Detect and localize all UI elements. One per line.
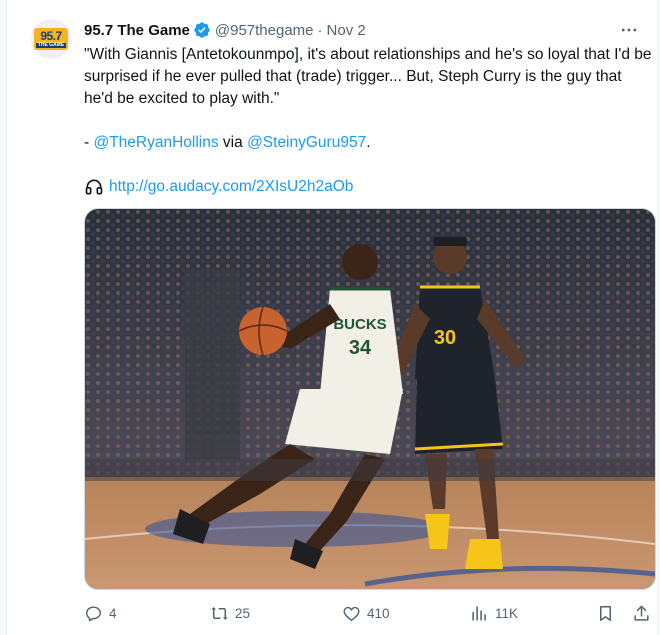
verified-badge-icon[interactable]	[193, 21, 211, 39]
share-button[interactable]	[632, 602, 657, 624]
heart-icon	[343, 606, 360, 621]
avatar[interactable]: 95.7 THE GAME	[31, 19, 71, 59]
mention-link[interactable]: @SteinyGuru957	[247, 134, 366, 151]
basketball	[239, 307, 287, 355]
headphones-icon	[85, 179, 103, 195]
via-text: via	[218, 134, 248, 151]
views-icon	[472, 605, 486, 621]
sideline-crowd	[85, 459, 655, 481]
reply-icon	[86, 605, 101, 621]
logo-tagline: THE GAME	[35, 42, 67, 48]
like-count: 410	[367, 605, 390, 621]
like-button[interactable]: 410	[342, 602, 390, 624]
basketball-photo: 30 BUCKS 34	[85, 209, 655, 589]
tweet-photo[interactable]: 30 BUCKS 34	[84, 208, 656, 590]
tweet-header: 95.7 The Game @957thegame · Nov 2	[84, 20, 366, 40]
audacy-link[interactable]: http://go.audacy.com/2XIsU2h2aOb	[109, 176, 353, 198]
attribution-suffix: .	[366, 134, 371, 151]
tweet-quote: "With Giannis [Antetokounmpo], it's abou…	[84, 46, 652, 107]
reply-count: 4	[109, 605, 117, 621]
timestamp[interactable]: Nov 2	[327, 22, 366, 39]
display-name[interactable]: 95.7 The Game	[84, 22, 190, 39]
station-logo: 95.7 THE GAME	[34, 28, 68, 50]
jersey-number-warriors: 30	[434, 327, 456, 349]
share-icon	[634, 605, 649, 621]
arena-stairs	[185, 269, 240, 459]
action-bar: 4 25 410 11K	[84, 602, 654, 624]
handle[interactable]: @957thegame	[215, 22, 314, 39]
jersey-team-bucks: BUCKS	[333, 316, 386, 333]
repost-button[interactable]: 25	[210, 602, 250, 624]
attribution-line: - @TheRyanHollins via @SteinyGuru957.	[84, 132, 654, 154]
tweet-text: "With Giannis [Antetokounmpo], it's abou…	[84, 44, 654, 198]
logo-number: 95.7	[40, 29, 62, 43]
views-button[interactable]: 11K	[470, 602, 518, 624]
repost-count: 25	[235, 605, 251, 621]
separator-dot: ·	[317, 21, 323, 39]
reply-button[interactable]: 4	[84, 602, 117, 624]
link-line: http://go.audacy.com/2XIsU2h2aOb	[84, 176, 654, 198]
bookmark-icon	[599, 605, 612, 621]
mention-link[interactable]: @TheRyanHollins	[93, 134, 218, 151]
more-options-icon[interactable]	[615, 18, 643, 42]
views-count: 11K	[495, 605, 519, 621]
bookmark-button[interactable]	[596, 602, 621, 624]
tweet-card[interactable]: 95.7 THE GAME 95.7 The Game @957thegame …	[6, 0, 658, 635]
jersey-number-bucks: 34	[349, 337, 372, 359]
repost-icon	[211, 606, 228, 620]
